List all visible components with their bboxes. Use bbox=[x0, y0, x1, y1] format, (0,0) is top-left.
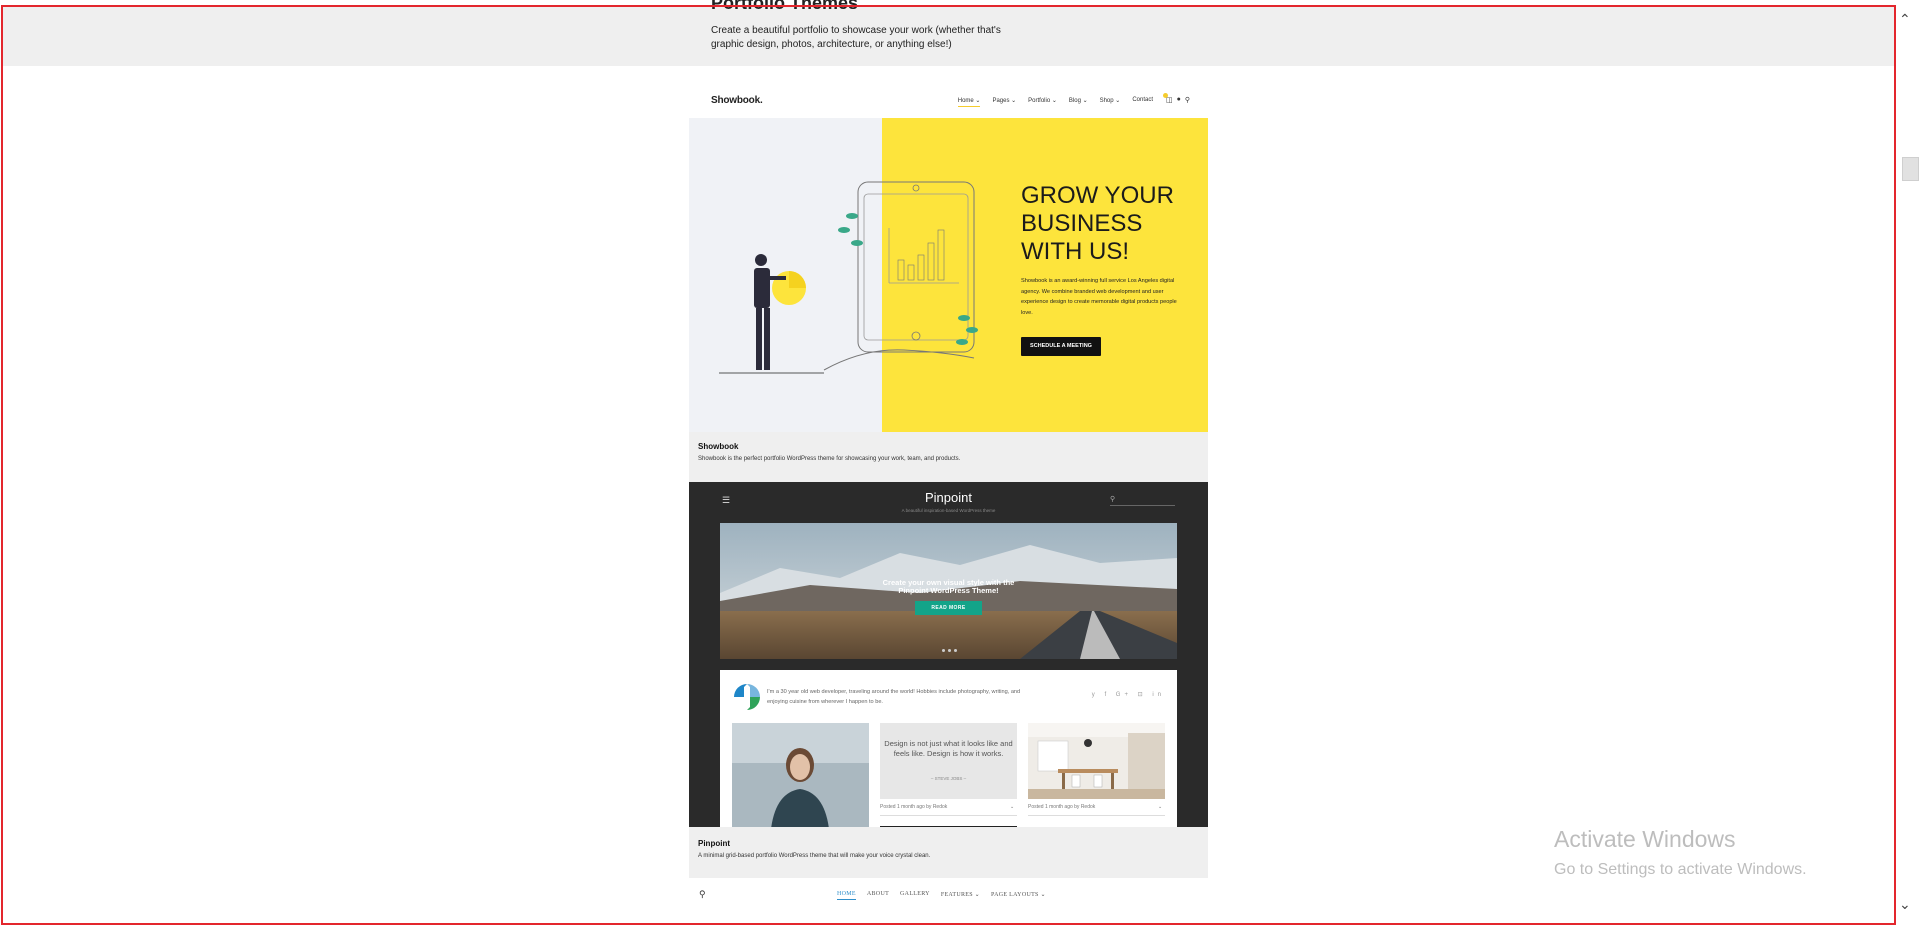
scrollbar-thumb[interactable] bbox=[1902, 157, 1919, 181]
selection-frame bbox=[1, 5, 1896, 925]
scroll-up-icon[interactable]: ⌃ bbox=[1899, 11, 1911, 28]
scroll-down-icon[interactable]: ⌄ bbox=[1899, 896, 1911, 913]
activate-windows-subtitle: Go to Settings to activate Windows. bbox=[1554, 861, 1807, 878]
activate-windows-title: Activate Windows bbox=[1554, 826, 1736, 852]
